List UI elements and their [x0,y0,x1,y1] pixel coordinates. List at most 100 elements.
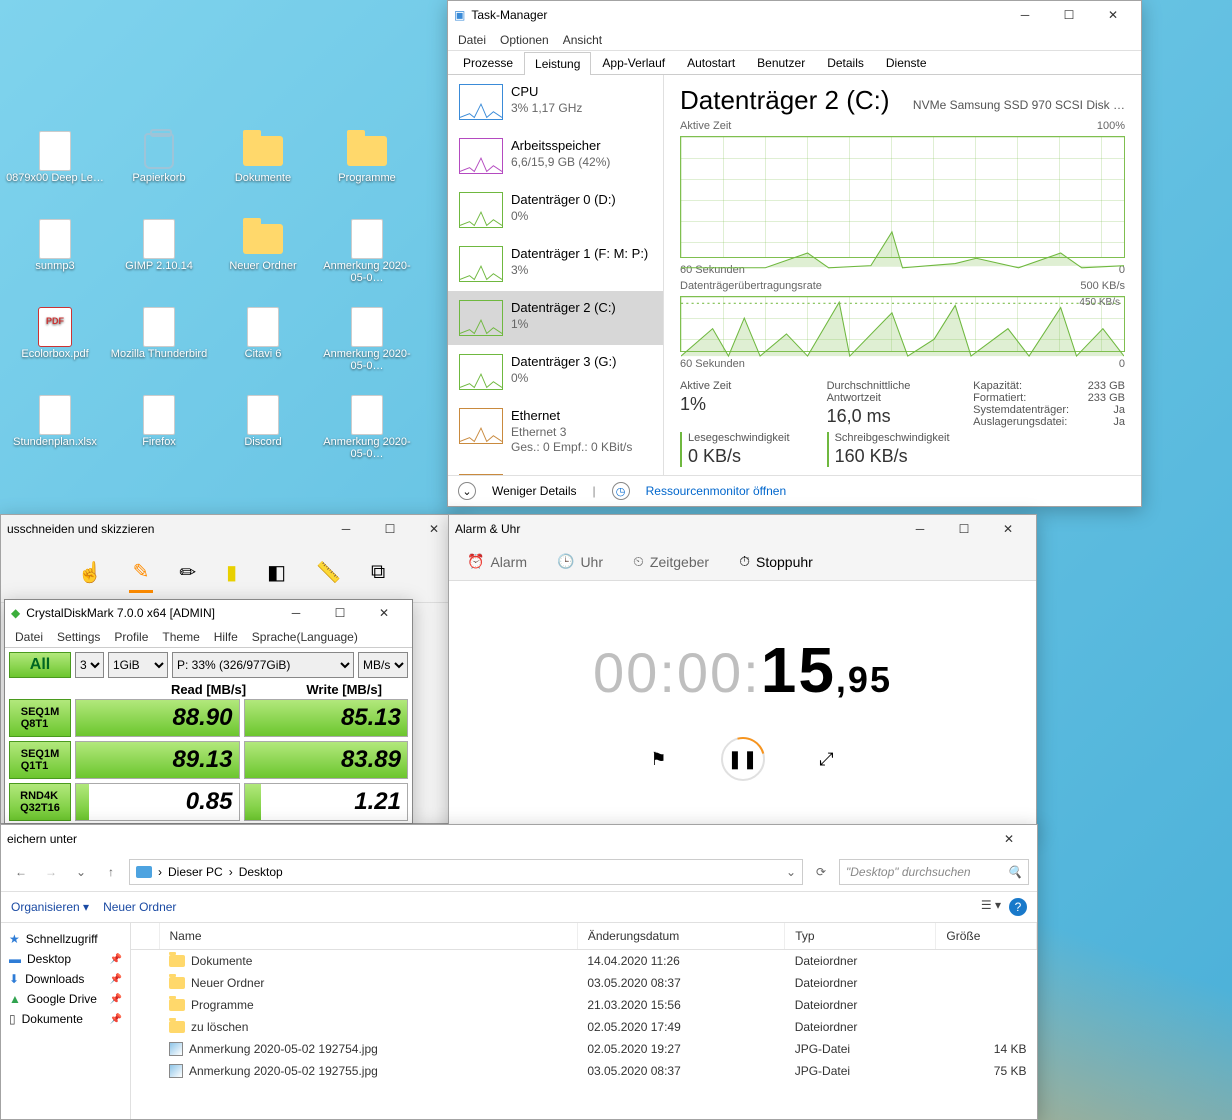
breadcrumb[interactable]: › Dieser PC › Desktop ⌄ [129,859,803,885]
alarm-titlebar[interactable]: Alarm & Uhr ─☐✕ [449,515,1036,543]
tab-benutzer[interactable]: Benutzer [746,51,816,74]
pen-icon[interactable]: ✎ [129,553,154,593]
fewer-details-link[interactable]: Weniger Details [492,484,576,498]
nav-item[interactable]: ▲Google Drive📌 [5,989,126,1009]
menu-item[interactable]: Datei [458,33,486,47]
eraser-icon[interactable]: ◧ [263,554,290,591]
menu-item[interactable]: Sprache(Language) [252,630,358,644]
sidebar-item[interactable]: Datenträger 2 (C:)1% [448,291,663,345]
menu-item[interactable]: Profile [114,630,148,644]
column-header[interactable]: Änderungsdatum [577,923,784,950]
column-header[interactable]: Größe [936,923,1037,950]
desktop-icon[interactable]: Citavi 6 [213,306,313,394]
desktop-icon[interactable]: Mozilla Thunderbird [109,306,209,394]
save-titlebar[interactable]: eichern unter ✕ [1,825,1037,853]
tab-uhr[interactable]: 🕒Uhr [557,553,603,570]
sidebar-item[interactable]: EthernetEthernet 3Ges.: 0 Empf.: 0 KBit/… [448,399,663,465]
desktop-icon[interactable]: Anmerkung 2020-05-0… [317,306,417,394]
minimize-button[interactable]: ─ [324,522,368,536]
tab-app-verlauf[interactable]: App-Verlauf [591,51,676,74]
desktop-icon[interactable]: Discord [213,394,313,482]
sidebar-item[interactable]: Datenträger 1 (F: M: P:)3% [448,237,663,291]
menu-item[interactable]: Optionen [500,33,549,47]
chevron-down-icon[interactable]: ⌄ [458,482,476,500]
file-row[interactable]: zu löschen02.05.2020 17:49Dateiordner [131,1016,1037,1038]
menu-item[interactable]: Datei [15,630,43,644]
desktop-icon[interactable]: Dokumente [213,130,313,218]
pause-button[interactable]: ❚❚ [721,737,765,781]
file-row[interactable]: Anmerkung 2020-05-02 192755.jpg03.05.202… [131,1060,1037,1082]
desktop-icon[interactable]: Ecolorbox.pdf [5,306,105,394]
breadcrumb-location[interactable]: Desktop [239,865,283,879]
tab-zeitgeber[interactable]: ⏲Zeitgeber [633,553,709,570]
desktop-icon[interactable]: GIMP 2.10.14 [109,218,209,306]
breadcrumb-dropdown[interactable]: ⌄ [786,865,796,879]
run-all-button[interactable]: All [9,652,71,678]
desktop-icon[interactable]: Stundenplan.xlsx [5,394,105,482]
size-select[interactable]: 1GiB [108,652,168,678]
ruler-icon[interactable]: 📏 [312,554,345,591]
close-button[interactable]: ✕ [986,522,1030,536]
nav-item[interactable]: ⬇Downloads📌 [5,969,126,989]
help-button[interactable]: ? [1009,898,1027,916]
sidebar-item[interactable]: Arbeitsspeicher6,6/15,9 GB (42%) [448,129,663,183]
maximize-button[interactable]: ☐ [1047,8,1091,22]
tab-prozesse[interactable]: Prozesse [452,51,524,74]
search-input[interactable]: "Desktop" durchsuchen🔍 [839,859,1029,885]
desktop-icon[interactable]: Anmerkung 2020-05-0… [317,218,417,306]
back-button[interactable]: ← [9,860,33,884]
tab-alarm[interactable]: ⏰Alarm [467,553,527,570]
menu-item[interactable]: Ansicht [563,33,602,47]
file-row[interactable]: Neuer Ordner03.05.2020 08:37Dateiordner [131,972,1037,994]
recent-dropdown[interactable]: ⌄ [69,860,93,884]
nav-item[interactable]: ★Schnellzugriff [5,929,126,949]
lap-flag-button[interactable]: ⚑ [637,737,681,781]
sidebar-item[interactable]: Wi-Fi Direct [448,465,663,475]
tab-autostart[interactable]: Autostart [676,51,746,74]
sidebar-item[interactable]: Datenträger 3 (G:)0% [448,345,663,399]
sidebar-item[interactable]: Datenträger 0 (D:)0% [448,183,663,237]
menu-item[interactable]: Theme [162,630,199,644]
cdm-titlebar[interactable]: ◆ CrystalDiskMark 7.0.0 x64 [ADMIN] ─☐✕ [5,600,412,627]
forward-button[interactable]: → [39,860,63,884]
highlighter-icon[interactable]: ▮ [222,554,241,591]
unit-select[interactable]: MB/s [358,652,408,678]
crop-icon[interactable]: ⧉ [367,555,389,590]
close-button[interactable]: ✕ [362,606,406,620]
snip-titlebar[interactable]: usschneiden und skizzieren ─ ☐ ✕ [1,515,462,543]
test-button[interactable]: SEQ1MQ1T1 [9,741,71,779]
tab-dienste[interactable]: Dienste [875,51,938,74]
close-button[interactable]: ✕ [1091,8,1135,22]
desktop-icon[interactable]: Programme [317,130,417,218]
minimize-button[interactable]: ─ [274,606,318,620]
new-folder-button[interactable]: Neuer Ordner [103,900,176,914]
refresh-button[interactable]: ⟳ [809,860,833,884]
sidebar-item[interactable]: CPU3% 1,17 GHz [448,75,663,129]
file-row[interactable]: Programme21.03.2020 15:56Dateiordner [131,994,1037,1016]
maximize-button[interactable]: ☐ [368,522,412,536]
file-row[interactable]: Anmerkung 2020-05-02 192754.jpg02.05.202… [131,1038,1037,1060]
expand-button[interactable]: ⤢ [805,737,849,781]
desktop-icon[interactable]: sunmp3 [5,218,105,306]
test-button[interactable]: RND4KQ32T16 [9,783,71,821]
view-button[interactable]: ☰ ▾ [981,898,1001,916]
desktop-icon[interactable]: Firefox [109,394,209,482]
file-row[interactable]: Dokumente14.04.2020 11:26Dateiordner [131,950,1037,973]
test-button[interactable]: SEQ1MQ8T1 [9,699,71,737]
tab-details[interactable]: Details [816,51,875,74]
maximize-button[interactable]: ☐ [942,522,986,536]
tab-leistung[interactable]: Leistung [524,52,591,75]
tab-stoppuhr[interactable]: ⏱Stoppuhr [739,553,813,570]
close-button[interactable]: ✕ [987,832,1031,846]
menu-item[interactable]: Settings [57,630,100,644]
runs-select[interactable]: 3 [75,652,104,678]
drive-select[interactable]: P: 33% (326/977GiB) [172,652,354,678]
taskmgr-titlebar[interactable]: ▣ Task-Manager ─ ☐ ✕ [448,1,1141,29]
maximize-button[interactable]: ☐ [318,606,362,620]
menu-item[interactable]: Hilfe [214,630,238,644]
minimize-button[interactable]: ─ [1003,8,1047,22]
desktop-icon[interactable]: Papierkorb [109,130,209,218]
touch-write-icon[interactable]: ☝ [74,554,107,591]
organise-menu[interactable]: Organisieren ▾ [11,900,89,914]
resource-monitor-link[interactable]: Ressourcenmonitor öffnen [646,484,787,498]
